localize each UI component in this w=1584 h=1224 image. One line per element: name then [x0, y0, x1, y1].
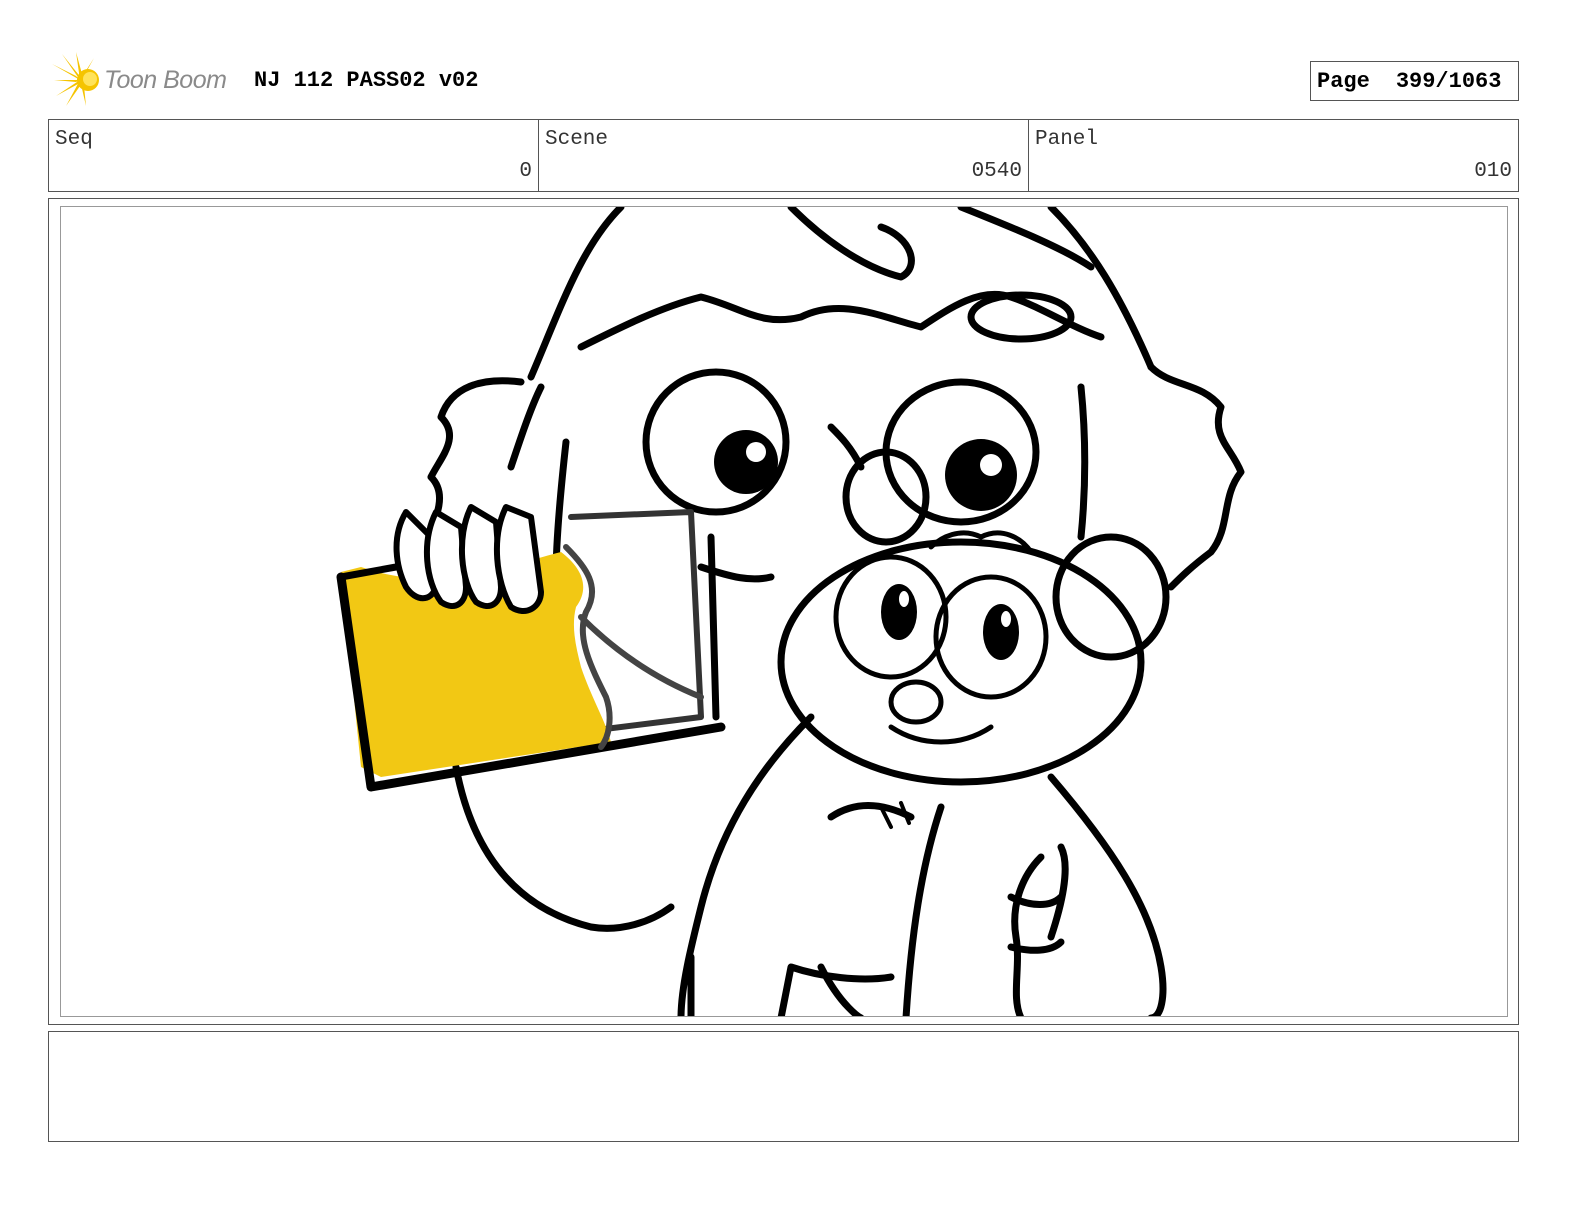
panel-value: 010 [1474, 160, 1512, 183]
storyboard-panel-frame [48, 198, 1519, 1025]
starburst-icon [52, 52, 99, 106]
panel-sketch [336, 207, 1245, 1016]
page-number: 399/1063 [1395, 68, 1502, 94]
scene-value: 0540 [971, 160, 1022, 183]
seq-cell: Seq 0 [49, 120, 539, 191]
storyboard-panel [60, 206, 1508, 1017]
document-title: NJ 112 PASS02 v02 [254, 68, 479, 93]
seq-value: 0 [519, 160, 532, 183]
panel-cell: Panel 010 [1029, 120, 1518, 191]
page-indicator: Page 399/1063 [1310, 61, 1519, 101]
scene-cell: Scene 0540 [539, 120, 1029, 191]
toon-boom-logo: Toon Boom [50, 50, 240, 110]
panel-label: Panel [1035, 128, 1099, 151]
page-label: Page [1317, 68, 1370, 94]
seq-label: Seq [55, 128, 93, 151]
scene-label: Scene [545, 128, 609, 151]
info-row: Seq 0 Scene 0540 Panel 010 [48, 119, 1519, 192]
notes-box [48, 1031, 1519, 1142]
logo-text: Toon Boom [104, 66, 227, 94]
